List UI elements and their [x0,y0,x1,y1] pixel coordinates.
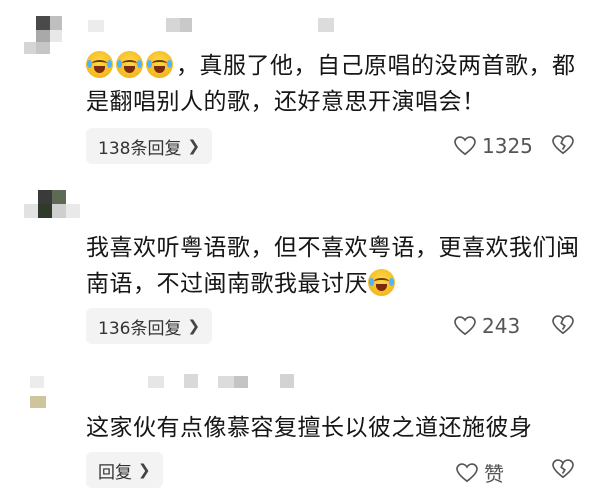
chevron-right-icon: ❯ [187,317,201,335]
laughing-crying-emoji-icon [146,51,173,78]
avatar[interactable] [24,16,76,56]
comment-text: ，真服了他，自己原唱的没两首歌，都是翻唱别人的歌，还好意思开演唱会！ [86,48,586,120]
like-button[interactable]: 243 [454,314,520,338]
broken-heart-outline-icon[interactable] [552,135,574,155]
comment-text: 我喜欢听粤语歌，但不喜欢粤语，更喜欢我们闽南语，不过闽南歌我最讨厌 [86,230,586,302]
username-redacted[interactable] [88,18,388,38]
broken-heart-outline-icon[interactable] [552,459,574,479]
like-label: 赞 [484,462,504,486]
heart-outline-icon [454,316,476,336]
comment-item: ，真服了他，自己原唱的没两首歌，都是翻唱别人的歌，还好意思开演唱会！ 138条回… [0,0,600,175]
comment-item: 我喜欢听粤语歌，但不喜欢粤语，更喜欢我们闽南语，不过闽南歌我最讨厌 136条回复… [0,176,600,366]
chevron-right-icon: ❯ [138,461,151,479]
reply-label: 回复 [98,462,132,483]
like-count: 243 [482,314,521,338]
reply-count-label: 138条回复 [98,138,182,159]
like-count: 1325 [482,134,533,158]
heart-outline-icon [454,136,476,156]
chevron-right-icon: ❯ [187,137,201,155]
avatar[interactable] [30,376,64,408]
view-replies-button[interactable]: 136条回复 ❯ [86,308,213,344]
comment-item: 这家伙有点像慕容复擅长以彼之道还施彼身 回复 ❯ 赞 [0,366,600,500]
username-redacted[interactable] [148,374,308,394]
laughing-crying-emoji-icon [86,51,113,78]
reply-count-label: 136条回复 [98,318,182,339]
broken-heart-outline-icon[interactable] [552,315,574,335]
laughing-crying-emoji-icon [368,269,395,296]
view-replies-button[interactable]: 138条回复 ❯ [86,128,213,164]
reply-button[interactable]: 回复 ❯ [86,452,163,488]
like-button[interactable]: 赞 [456,458,504,487]
comment-text: 这家伙有点像慕容复擅长以彼之道还施彼身 [86,415,533,441]
comment-text-content: 我喜欢听粤语歌，但不喜欢粤语，更喜欢我们闽南语，不过闽南歌我最讨厌 [86,235,580,297]
heart-outline-icon [456,462,478,482]
like-button[interactable]: 1325 [454,134,533,158]
laughing-crying-emoji-icon [116,51,143,78]
avatar[interactable] [24,190,80,232]
